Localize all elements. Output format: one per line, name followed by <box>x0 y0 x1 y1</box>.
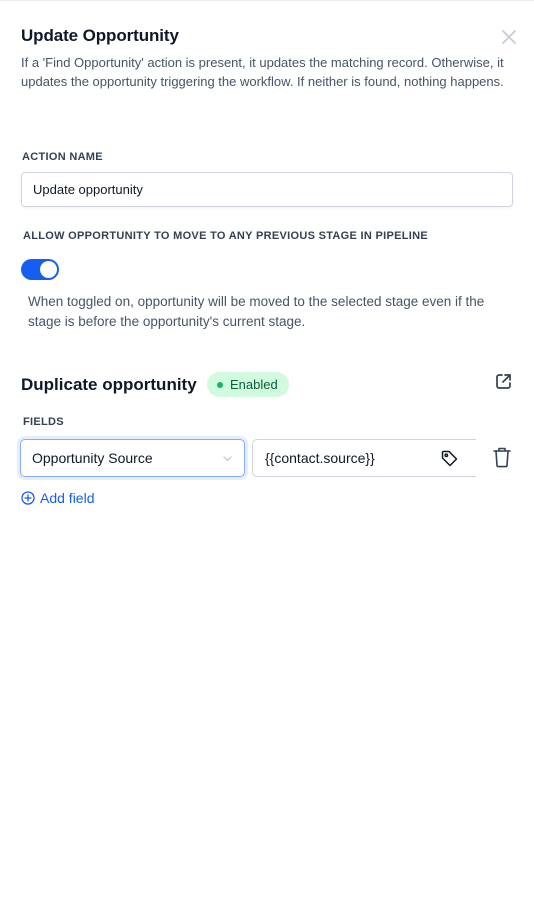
allow-previous-stage-toggle[interactable] <box>21 259 59 280</box>
external-link-icon[interactable] <box>494 372 513 391</box>
status-badge: Enabled <box>207 372 289 397</box>
delete-field-icon[interactable] <box>492 446 512 468</box>
duplicate-opportunity-title: Duplicate opportunity <box>21 375 197 394</box>
action-name-label: ACTION NAME <box>22 151 103 163</box>
field-select[interactable]: Opportunity Source <box>20 439 245 477</box>
status-dot-icon <box>217 381 223 388</box>
panel-title: Update Opportunity <box>21 26 179 45</box>
toggle-knob <box>40 261 57 278</box>
tag-icon[interactable] <box>440 449 459 468</box>
add-field-button[interactable]: Add field <box>21 490 94 506</box>
chevron-down-icon <box>223 455 232 461</box>
close-icon[interactable] <box>499 27 519 47</box>
fields-label: FIELDS <box>23 416 64 428</box>
allow-previous-stage-hint: When toggled on, opportunity will be mov… <box>28 294 485 329</box>
action-name-input[interactable] <box>21 172 513 207</box>
field-select-value: Opportunity Source <box>32 450 153 466</box>
plus-circle-icon <box>21 491 35 505</box>
panel-description: If a 'Find Opportunity' action is presen… <box>21 55 504 89</box>
status-badge-label: Enabled <box>230 377 278 392</box>
field-value-text: {{contact.source}} <box>265 450 375 466</box>
field-value-input[interactable]: {{contact.source}} <box>252 439 476 477</box>
add-field-label: Add field <box>40 490 95 506</box>
allow-previous-stage-label: ALLOW OPPORTUNITY TO MOVE TO ANY PREVIOU… <box>23 230 428 242</box>
update-opportunity-panel: Update Opportunity If a 'Find Opportunit… <box>0 0 534 911</box>
